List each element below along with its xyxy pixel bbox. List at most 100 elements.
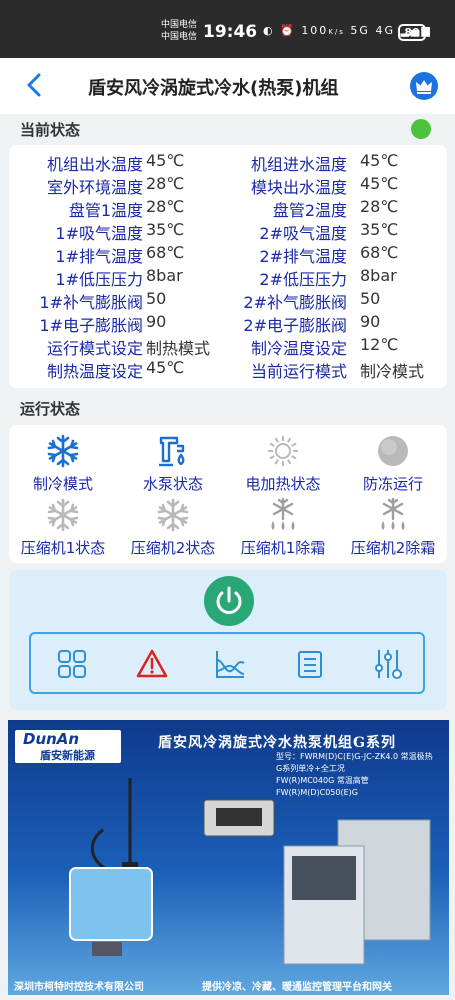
param-value: 制热模式 bbox=[146, 339, 211, 358]
function-toolbar bbox=[29, 632, 425, 694]
status-clock: 19:46 bbox=[203, 22, 258, 42]
param-row: 盘管1温度 28℃ 盘管2温度 28℃ bbox=[9, 197, 447, 220]
defrost-icon bbox=[375, 497, 411, 533]
antifreeze-icon bbox=[375, 433, 411, 469]
param-value: 28℃ bbox=[360, 197, 399, 216]
alarm-icon bbox=[136, 649, 168, 678]
controller-screen bbox=[216, 808, 262, 826]
param-value: 制冷模式 bbox=[360, 362, 425, 381]
param-label: 盘管1温度 bbox=[68, 201, 143, 220]
run-status-item: 压缩机2状态 bbox=[118, 497, 228, 558]
param-row: 1#补气膨胀阀 50 2#补气膨胀阀 50 bbox=[9, 289, 447, 312]
product-banner: DunAn 盾安新能源 盾安风冷涡旋式冷水热泵机组G系列 型号：FWRM(D)C… bbox=[8, 720, 449, 995]
param-value: 35℃ bbox=[360, 220, 399, 239]
run-status-label: 水泵状态 bbox=[142, 475, 203, 493]
param-label: 盘管2温度 bbox=[272, 201, 347, 220]
run-status-label: 压缩机1状态 bbox=[20, 539, 106, 557]
param-label: 制热温度设定 bbox=[46, 362, 143, 381]
snowflake-icon bbox=[45, 433, 81, 469]
param-value: 45℃ bbox=[360, 151, 399, 170]
grid-icon bbox=[58, 650, 86, 678]
param-value: 8bar bbox=[360, 266, 397, 285]
system-status-bar: 中国电信 中国电信 19:46 ◐ ⏰ 100K/s 5G 4G ▂▄▆ 80 bbox=[0, 0, 455, 58]
param-value: 45℃ bbox=[146, 151, 185, 170]
tool-alarm-button[interactable] bbox=[135, 647, 169, 681]
company-slogan: 提供冷凉、冷藏、暖通监控管理平台和网关 bbox=[202, 982, 392, 993]
param-value: 50 bbox=[146, 289, 167, 308]
param-label: 室外环境温度 bbox=[46, 178, 143, 197]
param-row: 制热温度设定 45℃ 当前运行模式 制冷模式 bbox=[9, 358, 447, 381]
snowflake-icon bbox=[45, 497, 81, 533]
param-label: 2#补气膨胀阀 bbox=[243, 293, 347, 312]
tool-grid-button[interactable] bbox=[55, 647, 89, 681]
param-label: 运行模式设定 bbox=[46, 339, 143, 358]
run-status-label: 电加热状态 bbox=[245, 475, 321, 493]
power-button[interactable] bbox=[204, 576, 254, 626]
gateway-device bbox=[69, 867, 153, 941]
param-value: 68℃ bbox=[360, 243, 399, 262]
param-value: 68℃ bbox=[146, 243, 185, 262]
run-status-item: 压缩机1除霜 bbox=[228, 497, 338, 558]
current-status-heading: 当前状态 bbox=[20, 121, 81, 139]
app-header: 盾安风冷涡旋式冷水(热泵)机组 bbox=[0, 58, 455, 114]
run-status-item: 压缩机1状态 bbox=[8, 497, 118, 558]
param-label: 1#吸气温度 bbox=[55, 224, 143, 243]
param-label: 1#电子膨胀阀 bbox=[39, 316, 143, 335]
param-row: 1#电子膨胀阀 90 2#电子膨胀阀 90 bbox=[9, 312, 447, 335]
param-value: 12℃ bbox=[360, 335, 399, 354]
back-button[interactable] bbox=[20, 70, 50, 100]
param-value: 8bar bbox=[146, 266, 183, 285]
company-name: 深圳市柯特时控技术有限公司 bbox=[14, 982, 144, 993]
run-status-label: 制冷模式 bbox=[32, 475, 93, 493]
snowflake-icon bbox=[155, 497, 191, 533]
param-label: 1#低压压力 bbox=[55, 270, 143, 289]
param-label: 当前运行模式 bbox=[250, 362, 347, 381]
parameter-card: 机组出水温度 45℃ 机组进水温度 45℃ 室外环境温度 28℃ 模块出水温度 45℃ 盘管1温… bbox=[9, 145, 447, 388]
gateway-port bbox=[92, 942, 122, 956]
defrost-icon bbox=[265, 497, 301, 533]
product-illustration bbox=[69, 778, 431, 965]
param-row: 1#低压压力 8bar 2#低压压力 8bar bbox=[9, 266, 447, 289]
carrier-label: 中国电信 中国电信 bbox=[161, 19, 197, 43]
page-title: 盾安风冷涡旋式冷水(热泵)机组 bbox=[88, 78, 339, 99]
param-label: 1#排气温度 bbox=[55, 247, 143, 266]
carrier-2: 中国电信 bbox=[161, 32, 198, 42]
run-status-item: 压缩机2除霜 bbox=[338, 497, 448, 558]
param-value: 28℃ bbox=[146, 197, 185, 216]
param-label: 2#电子膨胀阀 bbox=[243, 316, 347, 335]
water-pump-icon bbox=[155, 433, 191, 469]
run-status-card: 制冷模式 水泵状态 电加热状态 防冻运行压缩机1状态 压缩机2状态 压缩机1除霜 压缩机2除… bbox=[9, 425, 447, 563]
run-status-label: 防冻运行 bbox=[362, 475, 423, 493]
param-label: 2#吸气温度 bbox=[259, 224, 347, 243]
param-value: 28℃ bbox=[146, 174, 185, 193]
alarm-clock-icon: ⏰ bbox=[280, 24, 296, 37]
tool-settings-button[interactable] bbox=[371, 647, 405, 681]
signal-icon: 5G 4G bbox=[350, 24, 395, 37]
control-panel bbox=[9, 570, 447, 710]
fan-grille bbox=[292, 856, 356, 900]
run-status-label: 压缩机2状态 bbox=[130, 539, 216, 557]
logo-en: DunAn bbox=[23, 730, 80, 748]
param-value: 35℃ bbox=[146, 220, 185, 239]
param-row: 1#排气温度 68℃ 2#排气温度 68℃ bbox=[9, 243, 447, 266]
tool-chart-button[interactable] bbox=[213, 647, 247, 681]
param-value: 50 bbox=[360, 289, 381, 308]
param-value: 45℃ bbox=[146, 358, 185, 377]
sun-icon bbox=[265, 433, 301, 469]
run-status-heading: 运行状态 bbox=[20, 400, 81, 418]
run-status-item: 防冻运行 bbox=[338, 433, 448, 494]
param-label: 2#排气温度 bbox=[259, 247, 347, 266]
param-row: 机组出水温度 45℃ 机组进水温度 45℃ bbox=[9, 151, 447, 174]
param-label: 机组进水温度 bbox=[250, 155, 347, 174]
param-value: 45℃ bbox=[360, 174, 399, 193]
param-row: 1#吸气温度 35℃ 2#吸气温度 35℃ bbox=[9, 220, 447, 243]
param-row: 运行模式设定 制热模式 制冷温度设定 12℃ bbox=[9, 335, 447, 358]
net-speed: 100K/s bbox=[301, 24, 345, 37]
run-status-label: 压缩机2除霜 bbox=[350, 539, 436, 557]
vip-crown-button[interactable] bbox=[410, 72, 438, 100]
settings-sliders-icon bbox=[375, 650, 402, 679]
run-status-item: 制冷模式 bbox=[8, 433, 118, 494]
param-label: 制冷温度设定 bbox=[250, 339, 347, 358]
tool-list-button[interactable] bbox=[293, 647, 327, 681]
chart-icon bbox=[216, 651, 245, 678]
